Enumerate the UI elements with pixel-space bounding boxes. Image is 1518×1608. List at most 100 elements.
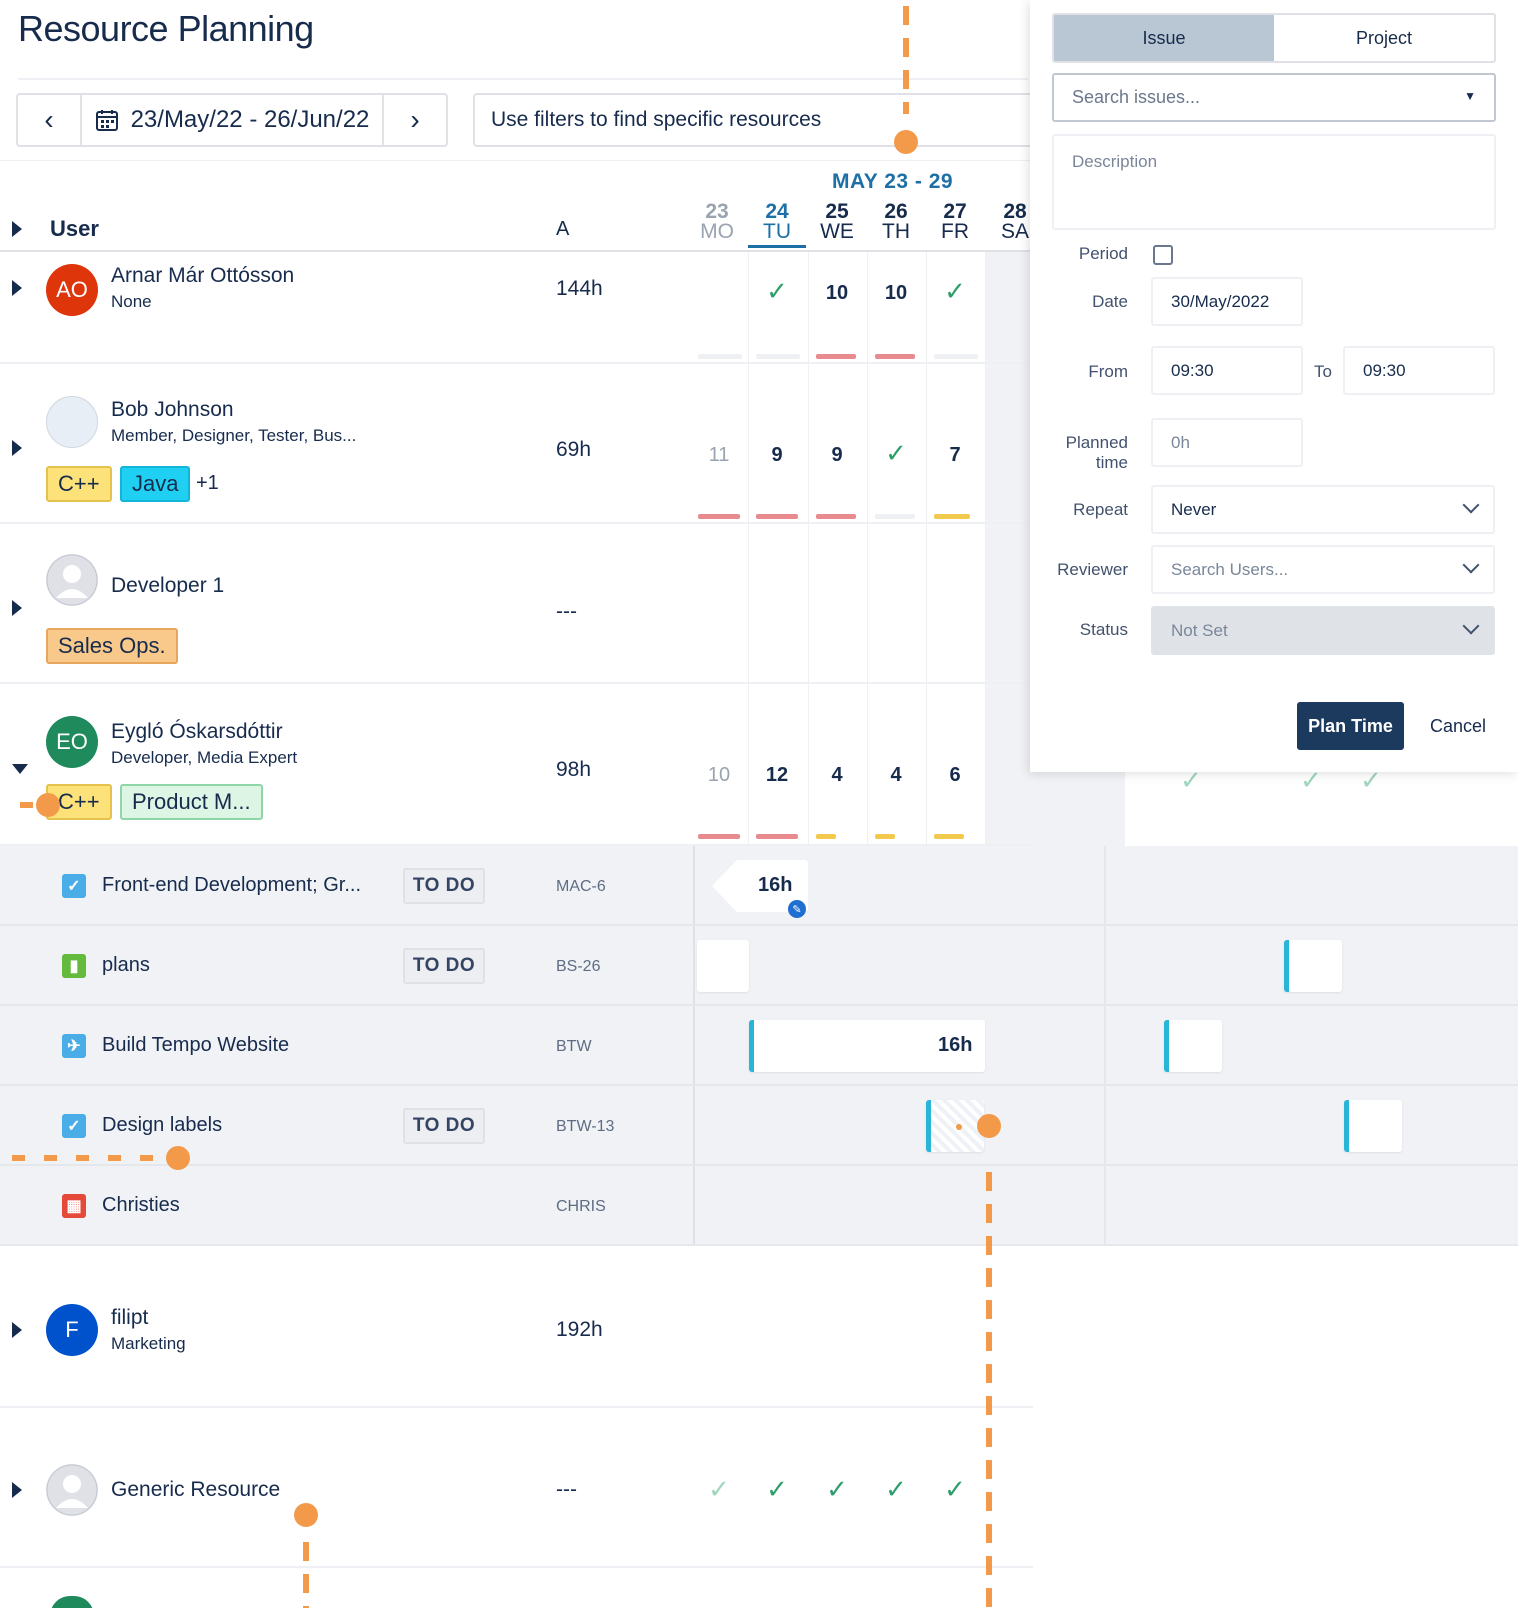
task-name[interactable]: Design labels [102,1114,222,1137]
plan-time-button[interactable]: Plan Time [1297,702,1404,750]
default-avatar-icon [46,554,98,606]
day-cell[interactable]: 9 [808,444,866,467]
prev-period-button[interactable]: ‹ [18,95,80,145]
plan-block[interactable] [1164,1020,1222,1072]
expand-all-icon[interactable] [12,221,22,237]
user-row[interactable]: EO Eygló Óskarsdóttir Developer, Media E… [0,684,1033,846]
expand-row-icon[interactable] [12,440,22,456]
day-cell[interactable]: 4 [808,764,866,787]
capacity-bar [756,834,798,839]
repeat-select[interactable]: Never [1151,485,1495,534]
day-header: 25 WE [820,200,854,243]
day-cell[interactable]: 10 [808,282,866,305]
skill-tag[interactable]: Product M... [120,784,263,820]
task-name[interactable]: Christies [102,1194,180,1217]
resource-filter-input[interactable]: Use filters to find specific resources [473,93,1033,147]
user-row[interactable]: Bob Johnson Member, Designer, Tester, Bu… [0,364,1033,524]
plan-block[interactable] [1284,940,1342,992]
planning-placeholder-block[interactable] [926,1100,984,1152]
user-name[interactable]: Generic Resource [111,1478,280,1502]
day-cell[interactable]: 12 [748,764,806,787]
task-key[interactable]: CHRIS [556,1198,606,1216]
user-name[interactable]: Arnar Már Ottósson [111,264,294,288]
user-role: None [111,292,152,311]
check-icon: ✓ [944,1474,966,1504]
plan-hours: 16h [758,874,793,896]
cancel-button[interactable]: Cancel [1418,702,1498,750]
day-cell[interactable]: 10 [867,282,925,305]
tab-issue[interactable]: Issue [1054,15,1274,61]
task-row[interactable]: ✈ Build Tempo Website BTW 16h [0,1006,1518,1086]
page-title: Resource Planning [18,8,314,49]
tutorial-dotted-line [303,1542,309,1608]
task-name[interactable]: Build Tempo Website [102,1034,289,1057]
day-cell[interactable]: 4 [867,764,925,787]
user-row[interactable]: Generic Resource --- ✓ ✓ ✓ ✓ ✓ [0,1408,1033,1568]
issue-search-input[interactable]: Search issues... ▼ [1052,73,1496,122]
next-period-button[interactable]: › [384,95,446,145]
calendar-icon [95,110,118,131]
tutorial-marker [36,793,60,817]
chevron-down-icon [1462,617,1480,635]
reviewer-select[interactable]: Search Users... [1151,545,1495,594]
check-icon: ✓ [708,1474,730,1504]
tutorial-dotted-line [986,1172,992,1608]
to-label: To [1314,362,1332,381]
user-name[interactable]: Eygló Óskarsdóttir [111,720,283,744]
capacity-bar [934,834,964,839]
user-name[interactable]: filipt [111,1306,148,1330]
checkbox-icon: ✓ [62,1114,86,1138]
tutorial-dotted-line [903,6,909,114]
expand-row-icon[interactable] [12,280,22,296]
expand-row-icon[interactable] [12,600,22,616]
user-name[interactable]: Developer 1 [111,574,224,598]
task-key[interactable]: BTW [556,1038,592,1056]
task-key[interactable]: MAC-6 [556,878,606,896]
task-key[interactable]: BTW-13 [556,1118,614,1136]
user-name[interactable]: Bob Johnson [111,398,234,422]
task-row[interactable]: ▦ Christies CHRIS [0,1166,1518,1246]
from-time-field[interactable]: 09:30 [1151,346,1303,395]
plan-block[interactable] [1344,1100,1402,1152]
plan-block[interactable] [697,940,749,992]
capacity-bar [816,514,856,519]
user-row[interactable]: AO Arnar Már Ottósson None 144h ✓ 10 10 … [0,252,1033,364]
task-name[interactable]: plans [102,954,150,977]
task-name[interactable]: Front-end Development; Gr... [102,874,361,897]
tab-project[interactable]: Project [1274,15,1494,61]
to-time-field[interactable]: 09:30 [1343,346,1495,395]
date-field[interactable]: 30/May/2022 [1151,277,1303,326]
status-badge[interactable]: TO DO [403,868,485,904]
planned-time-field[interactable]: 0h [1151,418,1303,467]
skill-tag[interactable]: C++ [46,466,112,502]
edit-icon[interactable]: ✎ [788,900,806,918]
task-row[interactable]: ✓ Front-end Development; Gr... TO DO MAC… [0,846,1518,926]
date-range-picker[interactable]: 23/May/22 - 26/Jun/22 [82,106,382,134]
plan-hours: 16h [938,1034,973,1056]
more-tags-count[interactable]: +1 [196,472,219,495]
skill-tag[interactable]: Sales Ops. [46,628,178,664]
status-select[interactable]: Not Set [1151,606,1495,655]
user-row[interactable]: F filipt Marketing 192h [0,1248,1033,1408]
availability-column-header[interactable]: A [556,218,569,241]
expand-row-icon[interactable] [12,1482,22,1498]
day-cell[interactable]: 11 [690,444,748,467]
collapse-row-icon[interactable] [12,764,28,774]
user-row[interactable]: Developer 1 Sales Ops. --- [0,524,1033,684]
task-row[interactable]: ✓ Design labels TO DO BTW-13 [0,1086,1518,1166]
status-badge[interactable]: TO DO [403,1108,485,1144]
day-cell[interactable]: 6 [926,764,984,787]
user-column-header[interactable]: User [12,216,99,242]
task-key[interactable]: BS-26 [556,958,600,976]
status-badge[interactable]: TO DO [403,948,485,984]
task-row[interactable]: ▮ plans TO DO BS-26 [0,926,1518,1006]
skill-tag[interactable]: Java [120,466,191,502]
period-checkbox[interactable] [1153,245,1173,265]
day-header: 27 FR [941,200,969,243]
description-field[interactable]: Description [1052,134,1496,230]
expand-row-icon[interactable] [12,1322,22,1338]
day-cell[interactable]: 10 [690,764,748,787]
user-hours: 69h [556,438,592,461]
day-cell[interactable]: 9 [748,444,806,467]
day-cell[interactable]: 7 [926,444,984,467]
